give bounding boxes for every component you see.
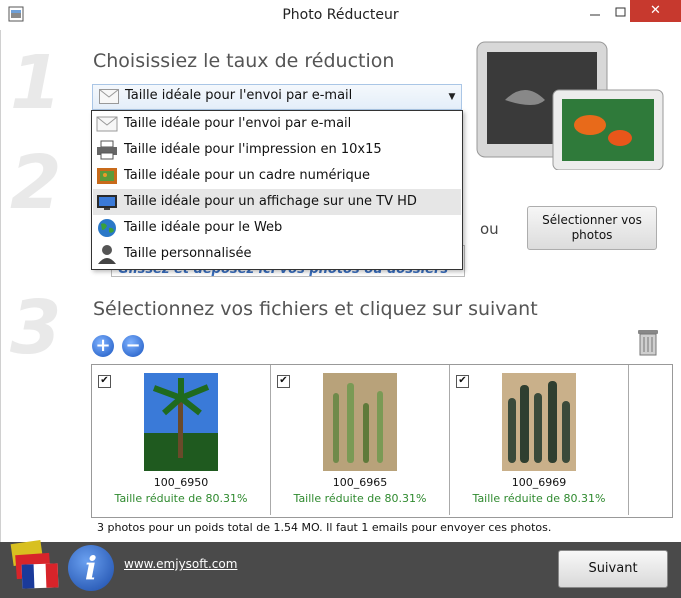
envelope-icon: [96, 116, 118, 132]
trash-icon[interactable]: [636, 328, 660, 356]
photo-name: 100_6965: [332, 476, 388, 489]
dropdown-item-label: Taille idéale pour un cadre numérique: [124, 168, 370, 183]
tv-icon: [97, 195, 117, 210]
add-photo-button[interactable]: +: [92, 335, 114, 357]
photo-thumbnail: [323, 373, 397, 471]
or-label: ou: [480, 220, 499, 238]
dropdown-item-label: Taille idéale pour le Web: [124, 220, 283, 235]
dropdown-item-email[interactable]: Taille idéale pour l'envoi par e-mail: [93, 111, 461, 137]
step1-title: Choisissiez le taux de réduction: [93, 50, 395, 72]
minimize-button[interactable]: [580, 0, 610, 30]
info-icon[interactable]: i: [68, 545, 114, 591]
dropdown-item-label: Taille idéale pour l'envoi par e-mail: [124, 116, 352, 131]
next-button[interactable]: Suivant: [558, 550, 668, 588]
photo-reduction: Taille réduite de 80.31%: [472, 492, 606, 505]
reduction-rate-select[interactable]: Taille idéale pour l'envoi par e-mail ▼: [92, 84, 462, 110]
picture-frame-illustration: [476, 41, 664, 170]
photo-name: 100_6969: [511, 476, 567, 489]
selected-option: Taille idéale pour l'envoi par e-mail: [125, 88, 353, 103]
photo-card[interactable]: ✔ 100_6950 Taille réduite de 80.31%: [92, 365, 271, 515]
printer-icon: [97, 140, 117, 160]
remove-photo-button[interactable]: −: [122, 335, 144, 357]
photo-card[interactable]: ✔ 100_6965 Taille réduite de 80.31%: [271, 365, 450, 515]
window-title: Photo Réducteur: [282, 7, 399, 23]
dropdown-item-web[interactable]: Taille idéale pour le Web: [93, 215, 461, 241]
close-button[interactable]: ✕: [630, 0, 681, 22]
select-photos-button[interactable]: Sélectionner vos photos: [527, 206, 657, 250]
chevron-down-icon[interactable]: ▼: [444, 85, 460, 109]
dropdown-item-label: Taille idéale pour un affichage sur une …: [124, 194, 417, 209]
globe-icon: [98, 219, 116, 237]
step-number-1: 1: [10, 40, 62, 126]
photo-checkbox[interactable]: ✔: [456, 375, 469, 388]
dropdown-item-print[interactable]: Taille idéale pour l'impression en 10x15: [93, 137, 461, 163]
summary-text: 3 photos pour un poids total de 1.54 MO.…: [97, 521, 552, 534]
dropdown-item-label: Taille personnalisée: [124, 246, 252, 261]
photo-card[interactable]: ✔ 100_6969 Taille réduite de 80.31%: [450, 365, 629, 515]
photo-checkbox[interactable]: ✔: [277, 375, 290, 388]
title-bar: Photo Réducteur ✕: [0, 0, 681, 31]
dropdown-item-custom[interactable]: Taille personnalisée: [93, 241, 461, 267]
envelope-icon: [99, 89, 119, 104]
photo-reduction: Taille réduite de 80.31%: [114, 492, 248, 505]
photo-checkbox[interactable]: ✔: [98, 375, 111, 388]
person-icon: [98, 245, 116, 264]
step-number-2: 2: [10, 140, 62, 226]
step3-title: Sélectionnez vos fichiers et cliquez sur…: [93, 298, 538, 320]
reduction-rate-dropdown: Taille idéale pour l'envoi par e-mail Ta…: [91, 110, 463, 270]
dropdown-item-frame[interactable]: Taille idéale pour un cadre numérique: [93, 163, 461, 189]
footer-bar: i www.emjysoft.com Suivant: [0, 540, 681, 598]
picture-frame-icon: [97, 168, 117, 184]
dropdown-item-label: Taille idéale pour l'impression en 10x15: [124, 142, 382, 157]
flags-icon[interactable]: [8, 536, 64, 592]
select-photos-label-line1: Sélectionner vos: [542, 213, 642, 227]
photo-grid: ✔ 100_6950 Taille réduite de 80.31% ✔ 10…: [91, 364, 673, 518]
dropdown-item-tv[interactable]: Taille idéale pour un affichage sur une …: [93, 189, 461, 215]
photo-thumbnail: [502, 373, 576, 471]
photo-name: 100_6950: [153, 476, 209, 489]
photo-thumbnail: [144, 373, 218, 471]
photo-reduction: Taille réduite de 80.31%: [293, 492, 427, 505]
website-link[interactable]: www.emjysoft.com: [124, 557, 237, 571]
select-photos-label-line2: photos: [571, 228, 613, 242]
step-number-3: 3: [10, 285, 62, 371]
